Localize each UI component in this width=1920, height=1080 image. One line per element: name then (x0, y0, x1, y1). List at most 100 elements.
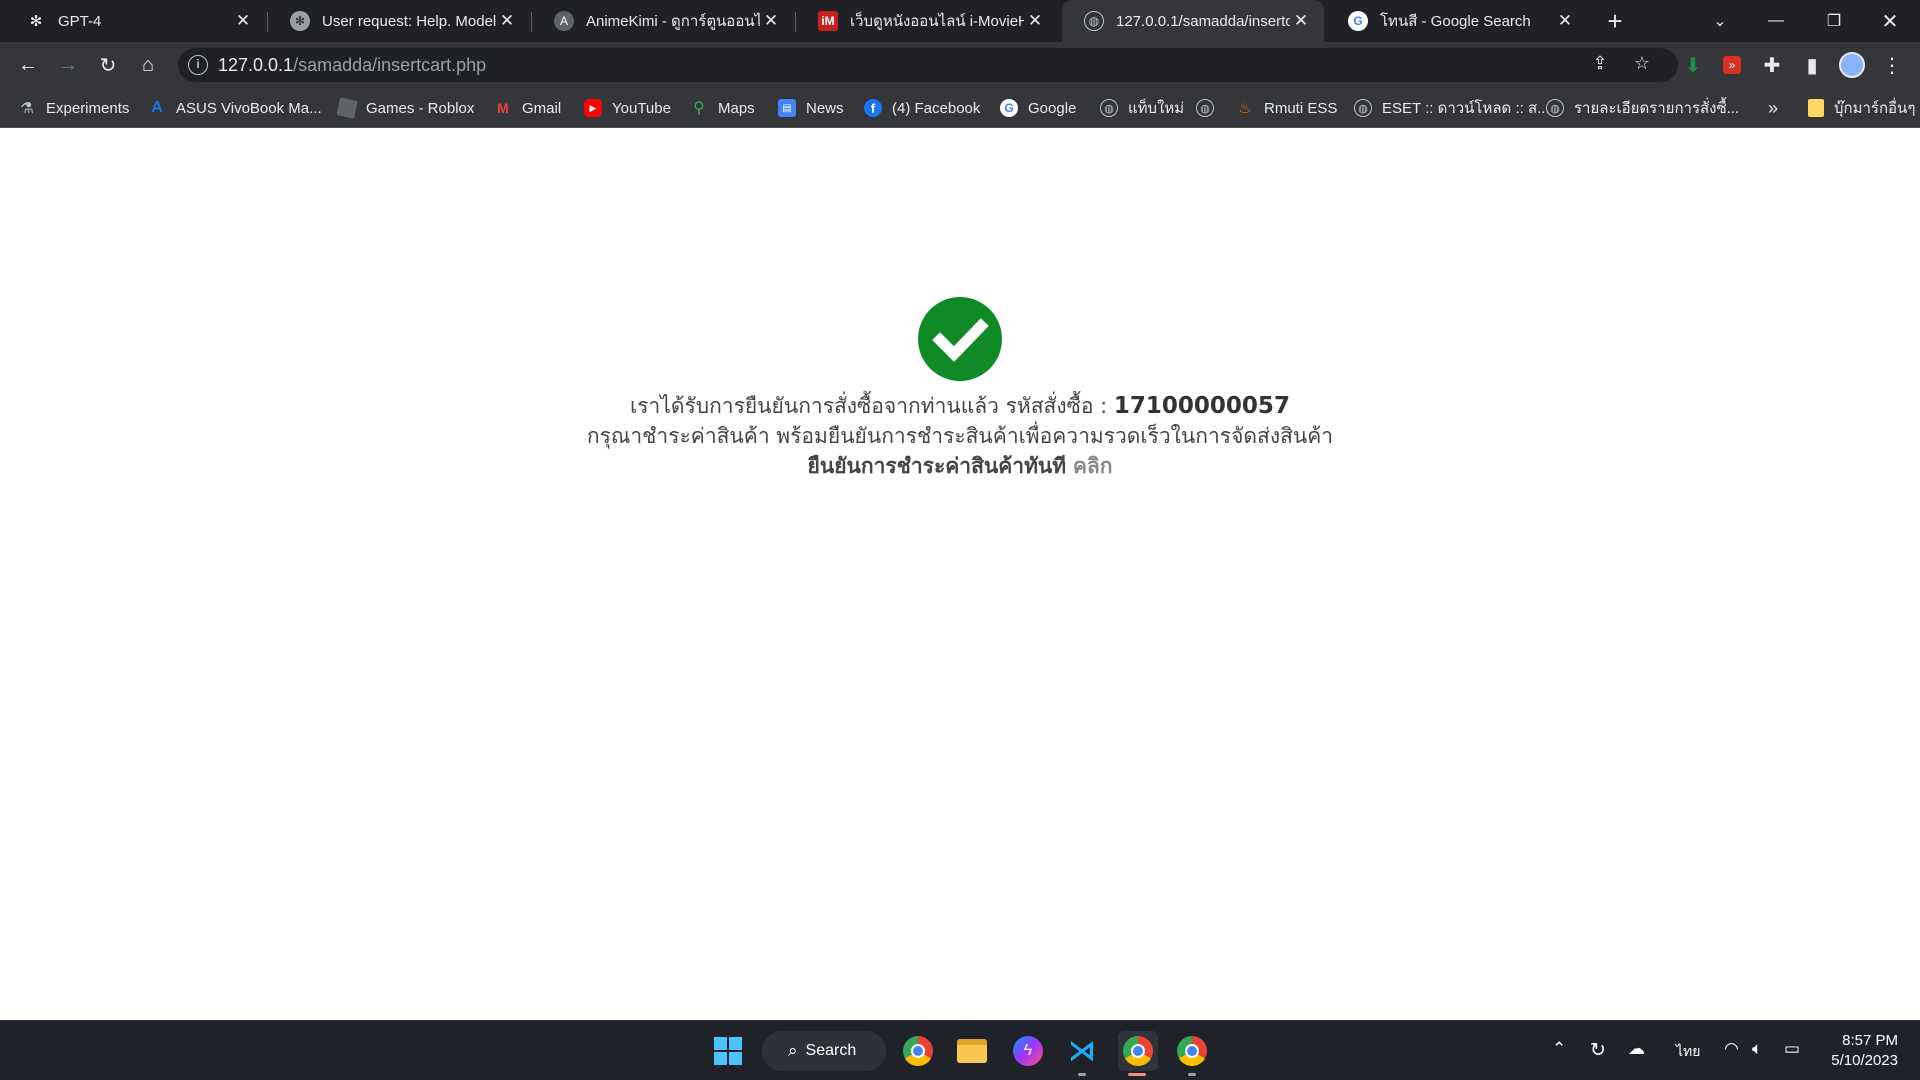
tab-user-request[interactable]: ✻ User request: Help. Model r ✕ (268, 0, 530, 42)
site-info-icon[interactable]: i (188, 55, 208, 75)
success-check-icon (918, 297, 1002, 381)
close-window-button[interactable]: ✕ (1862, 0, 1918, 42)
browser-toolbar: ← → ↻ ⌂ i 127.0.0.1/samadda/insertcart.p… (0, 42, 1920, 88)
tab-title: AnimeKimi - ดูการ์ตูนออนไลน์ (586, 13, 760, 30)
bookmark-asus[interactable]: A ASUS VivoBook Ma... (148, 96, 321, 120)
forward-button[interactable]: → (52, 49, 84, 81)
bookmark-new-tab[interactable]: ◍ แท็บใหม่ (1100, 96, 1184, 120)
bookmark-star-icon[interactable]: ☆ (1630, 53, 1654, 77)
red-extension-icon[interactable]: » (1716, 49, 1748, 81)
openai-icon: ✻ (29, 13, 43, 30)
messenger-icon[interactable]: ϟ (1008, 1031, 1048, 1071)
close-icon[interactable]: ✕ (760, 11, 782, 31)
wifi-icon[interactable]: ◠ (1724, 1039, 1739, 1059)
maps-icon: ⚲ (693, 100, 705, 117)
globe-icon: ◍ (1084, 11, 1104, 31)
new-tab-button[interactable]: + (1600, 6, 1630, 36)
chrome-profile-2-icon[interactable] (1172, 1031, 1212, 1071)
tab-animekimi[interactable]: A AnimeKimi - ดูการ์ตูนออนไลน์ ✕ (532, 0, 794, 42)
globe-icon: ◍ (1196, 99, 1214, 117)
back-button[interactable]: ← (12, 49, 44, 81)
reload-button[interactable]: ↻ (92, 49, 124, 81)
asus-icon: A (151, 99, 163, 116)
bookmark-google[interactable]: G Google (1000, 96, 1076, 120)
bookmarks-bar: ⚗ Experiments A ASUS VivoBook Ma... Game… (0, 88, 1920, 128)
taskbar-search[interactable]: ⌕ Search (762, 1031, 886, 1071)
google-icon: G (1348, 11, 1368, 31)
menu-kebab-icon[interactable]: ⋮ (1876, 49, 1908, 81)
bookmark-experiments[interactable]: ⚗ Experiments (18, 96, 129, 120)
minimize-button[interactable]: — (1748, 0, 1804, 42)
bookmark-eset[interactable]: ◍ ESET :: ดาวน์โหลด :: ส... (1354, 96, 1550, 120)
tab-gpt4[interactable]: ✻ GPT-4 ✕ (4, 0, 266, 42)
onedrive-icon[interactable]: ☁ (1628, 1039, 1645, 1059)
language-indicator[interactable]: ไทย (1676, 1041, 1700, 1063)
google-icon: G (1000, 99, 1018, 117)
profile-avatar[interactable] (1836, 49, 1868, 81)
confirm-payment-line: ยืนยันการชำระค่าสินค้าทันที คลิก (0, 450, 1920, 483)
side-panel-icon[interactable]: ▮ (1796, 49, 1828, 81)
bookmark-rmuti-ess[interactable]: ♨ Rmuti ESS (1236, 96, 1337, 120)
tab-title: โทนสี - Google Search (1380, 13, 1531, 30)
order-id: 17100000057 (1113, 393, 1290, 419)
confirmation-text: เราได้รับการยืนยันการสั่งซื้อจากท่านแล้ว… (630, 394, 1108, 418)
close-icon[interactable]: ✕ (496, 11, 518, 31)
share-icon[interactable]: ⇪ (1588, 53, 1612, 77)
tab-title: 127.0.0.1/samadda/insertca (1116, 12, 1290, 30)
tab-strip: ✻ GPT-4 ✕ ✻ User request: Help. Model r … (0, 0, 1920, 42)
bookmark-facebook[interactable]: f (4) Facebook (864, 96, 980, 120)
taskbar-clock[interactable]: 8:57 PM 5/10/2023 (1831, 1031, 1898, 1071)
start-windows-icon[interactable] (708, 1031, 748, 1071)
home-button[interactable]: ⌂ (132, 49, 164, 81)
animekimi-icon: A (554, 11, 574, 31)
bookmark-order-details[interactable]: ◍ รายละเอียดรายการสั่งซื้... (1546, 96, 1739, 120)
bookmark-news[interactable]: ▤ News (778, 96, 844, 120)
chrome-icon[interactable] (898, 1031, 938, 1071)
close-icon[interactable]: ✕ (232, 11, 254, 31)
flask-icon: ⚗ (20, 100, 34, 117)
search-icon: ⌕ (788, 1041, 798, 1060)
extensions-puzzle-icon[interactable]: ✚ (1756, 49, 1788, 81)
folder-icon (1808, 99, 1824, 117)
bookmark-unnamed[interactable]: ◍ (1196, 96, 1224, 120)
bookmark-maps[interactable]: ⚲ Maps (690, 96, 755, 120)
globe-icon: ◍ (1354, 99, 1372, 117)
tab-imoviehd[interactable]: iM เว็บดูหนังออนไลน์ i-MovieHD u ✕ (796, 0, 1058, 42)
bookmark-gmail[interactable]: M Gmail (494, 96, 561, 120)
url-text[interactable]: 127.0.0.1/samadda/insertcart.php (218, 55, 486, 76)
close-icon[interactable]: ✕ (1290, 11, 1312, 31)
chrome-profile-1-icon[interactable] (1118, 1031, 1158, 1071)
imoviehd-icon: iM (818, 11, 838, 31)
show-hidden-icons-chevron-icon[interactable]: ⌃ (1552, 1039, 1566, 1059)
address-bar[interactable]: i 127.0.0.1/samadda/insertcart.php ⇪ ☆ (178, 48, 1678, 82)
volume-icon[interactable]: 🔈︎ (1752, 1039, 1762, 1059)
close-icon[interactable]: ✕ (1554, 11, 1576, 31)
tab-google-search[interactable]: G โทนสี - Google Search ✕ (1326, 0, 1588, 42)
gmail-icon: M (497, 100, 509, 116)
tab-title: เว็บดูหนังออนไลน์ i-MovieHD u (850, 13, 1024, 30)
battery-icon[interactable]: ▭ (1784, 1039, 1800, 1059)
bookmark-youtube[interactable]: ▶ YouTube (584, 96, 671, 120)
clock-date: 5/10/2023 (1831, 1052, 1898, 1069)
restore-button[interactable]: ❐ (1806, 0, 1862, 42)
tab-insertcart[interactable]: ◍ 127.0.0.1/samadda/insertca ✕ (1062, 0, 1324, 42)
sync-icon[interactable]: ↻ (1590, 1039, 1606, 1062)
more-bookmarks-button[interactable]: » (1768, 96, 1778, 120)
page-content: เราได้รับการยืนยันการสั่งซื้อจากท่านแล้ว… (0, 128, 1920, 1020)
file-explorer-icon[interactable] (952, 1031, 992, 1071)
other-bookmarks-folder[interactable]: บุ๊กมาร์กอื่นๆ (1808, 96, 1915, 120)
click-link[interactable]: คลิก (1073, 454, 1113, 478)
youtube-icon: ▶ (584, 99, 602, 117)
vscode-icon[interactable]: ⋊ (1062, 1031, 1102, 1071)
roblox-icon (336, 97, 358, 119)
windows-taskbar: ⌕ Search ϟ ⋊ ⌃ ↻ ☁ ไทย ◠ 🔈︎ ▭ 8:57 PM 5/… (0, 1020, 1920, 1080)
tab-title: GPT-4 (58, 12, 102, 30)
globe-icon: ◍ (1100, 99, 1118, 117)
bookmark-roblox[interactable]: Games - Roblox (336, 96, 474, 120)
tab-title: User request: Help. Model r (322, 12, 496, 30)
tab-search-chevron-icon[interactable]: ⌄ (1692, 0, 1748, 42)
globe-icon: ◍ (1546, 99, 1564, 117)
rmuti-icon: ♨ (1238, 100, 1252, 117)
close-icon[interactable]: ✕ (1024, 11, 1046, 31)
download-extension-icon[interactable]: ⬇ (1677, 49, 1709, 81)
